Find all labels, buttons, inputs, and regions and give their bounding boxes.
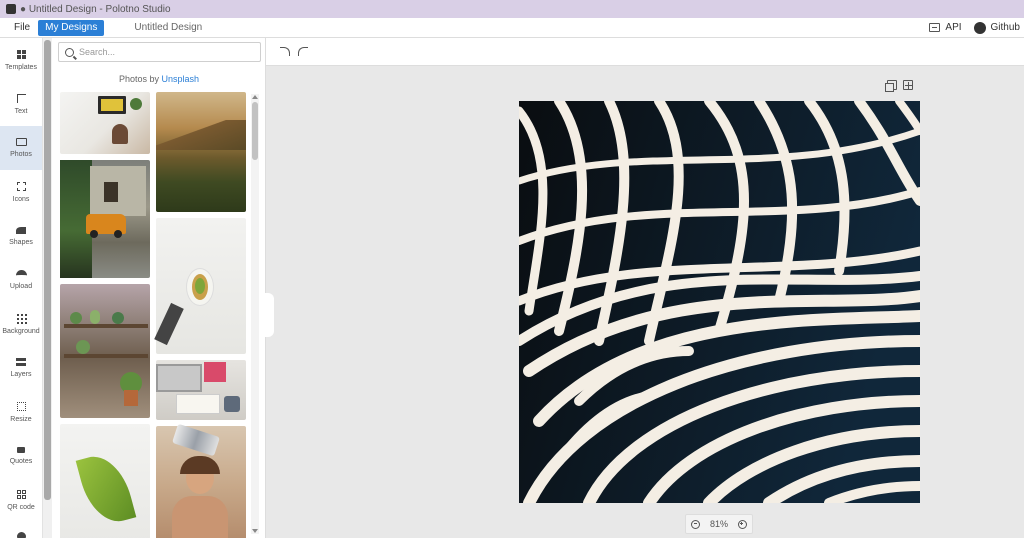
window-title-bar: ● Untitled Design - Polotno Studio [0,0,1024,18]
rail-label: Photos [10,151,32,158]
github-button[interactable]: Github [973,21,1020,34]
quotes-icon [17,447,25,453]
zoom-control: 81% [685,514,753,534]
zoom-value: 81% [709,519,728,529]
api-button[interactable]: API [929,22,962,33]
rail-scrollbar[interactable] [43,38,52,538]
api-icon [929,23,941,32]
rail-scrollbar-thumb[interactable] [44,40,51,500]
photos-icon [15,138,27,146]
rail-label: Background [2,327,40,335]
shapes-icon [16,226,26,234]
rail-label: Icons [12,195,30,203]
rail-item-layers[interactable]: Layers [0,346,42,390]
rail-label: Upload [9,283,33,290]
rail-item-qr-code[interactable]: QR code [0,478,42,522]
rail-label: Resize [10,415,32,423]
add-page-icon[interactable] [903,80,913,90]
file-menu[interactable]: File [0,22,38,33]
templates-icon [16,49,26,59]
panel-scrollbar-thumb[interactable] [252,102,258,160]
panel-scrollbar[interactable] [251,94,259,534]
photo-laptop-desk[interactable] [60,92,150,154]
github-label: Github [990,22,1020,33]
photo-leaf[interactable] [60,424,150,538]
rail-item-background[interactable]: Background [0,302,42,346]
resize-icon [16,401,26,411]
rail-item-photos[interactable]: Photos [0,126,42,170]
github-icon [973,21,986,34]
tool-rail: Templates Text Photos Icons Shapes Uploa… [0,38,43,538]
photo-woman-bottle[interactable] [156,423,246,538]
zoom-out-icon[interactable] [691,519,700,529]
photo-mountains[interactable] [156,92,246,212]
icons-icon [16,181,26,191]
rail-label: Quotes [9,458,33,465]
photo-plants-shelf[interactable] [60,284,150,418]
editor-toolbar [266,38,1024,66]
photos-panel: Photos by Unsplash [52,38,266,538]
scroll-down-icon[interactable] [252,529,258,533]
app-icon [6,4,16,14]
rail-item-templates[interactable]: Templates [0,38,42,82]
menu-bar: File My Designs Untitled Design API Gith… [0,18,1024,38]
search-icon [65,47,74,57]
panel-collapse-handle[interactable] [265,293,274,337]
redo-icon[interactable] [298,47,308,56]
api-label: API [945,22,962,33]
rail-item-upload[interactable]: Upload [0,258,42,302]
photos-by-label: Photos by [118,74,162,84]
design-canvas[interactable] [519,101,920,503]
photo-book-laptop[interactable] [156,360,246,420]
design-name[interactable]: Untitled Design [134,22,202,33]
rail-label: Layers [10,371,32,378]
more-icon[interactable] [17,532,26,538]
page-tools [885,80,913,92]
rail-label: QR code [7,503,35,511]
qr-code-icon [16,489,26,499]
photo-toast-hand[interactable] [154,218,246,354]
my-designs-button[interactable]: My Designs [38,19,105,36]
search-input[interactable] [79,47,249,57]
rail-item-resize[interactable]: Resize [0,390,42,434]
menubar-right: API Github [929,21,1024,34]
duplicate-page-icon[interactable] [885,80,897,92]
search-box[interactable] [58,42,261,62]
undo-icon[interactable] [280,47,290,56]
zoom-in-icon[interactable] [737,519,747,529]
rail-item-shapes[interactable]: Shapes [0,214,42,258]
rail-item-text[interactable]: Text [0,82,42,126]
photos-credit: Photos by Unsplash [52,74,266,84]
photo-house-car[interactable] [60,160,150,278]
window-title: ● Untitled Design - Polotno Studio [20,3,171,15]
background-icon [16,313,27,324]
rail-label: Shapes [9,238,33,246]
rail-label: Text [14,107,28,115]
upload-icon [15,270,27,278]
text-icon [16,93,26,103]
canvas-artwork [519,101,920,503]
rail-item-quotes[interactable]: Quotes [0,434,42,478]
photo-grid [60,92,248,538]
rail-label: Templates [5,63,37,71]
unsplash-link[interactable]: Unsplash [162,74,200,84]
layers-icon [16,358,26,366]
scroll-up-icon[interactable] [252,95,258,99]
rail-item-icons[interactable]: Icons [0,170,42,214]
